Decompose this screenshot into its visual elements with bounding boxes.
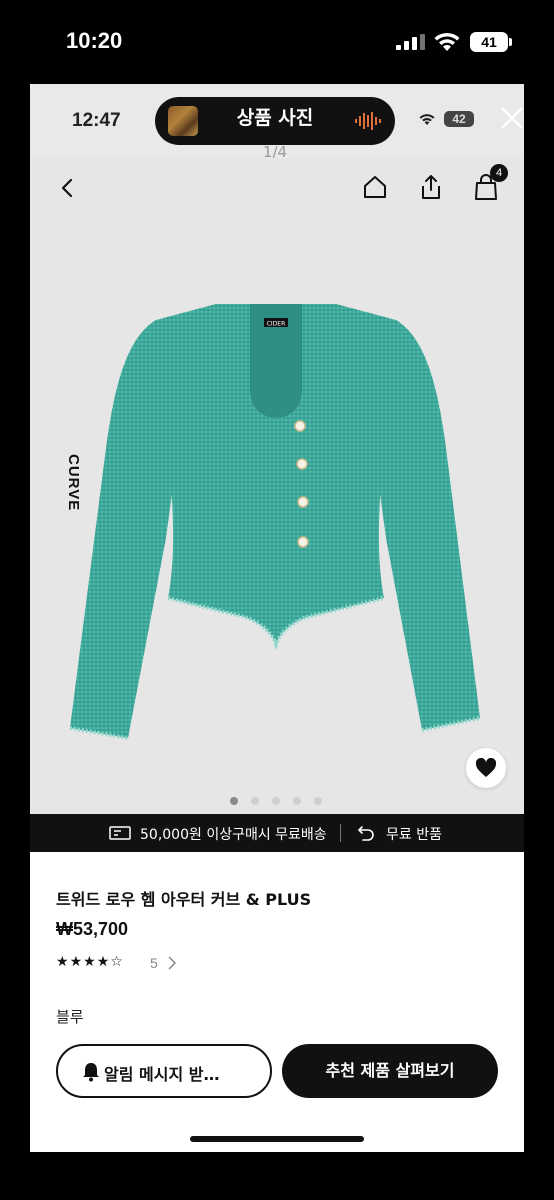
notify-button[interactable]: 알림 메시지 받… [56, 1044, 272, 1098]
inner-status-time: 12:47 [72, 110, 121, 131]
star-icon: ★ [83, 954, 96, 970]
color-option: 블루 [56, 1008, 84, 1026]
close-icon[interactable] [500, 106, 524, 130]
brand-tag: CIDER [267, 321, 286, 328]
pagination-dot[interactable] [314, 797, 322, 805]
product-jacket-image: CIDER [69, 304, 481, 740]
share-icon[interactable] [418, 173, 444, 201]
product-image-viewer[interactable]: 4 CURVE CIDER [30, 158, 524, 814]
free-shipping-text: 50,000원 이상구매시 무료배송 [140, 827, 327, 843]
rating-stars[interactable]: ★ ★ ★ ★ ☆ [56, 954, 123, 970]
product-info-panel: 트위드 로우 헴 아우터 커브 & PLUS ₩53,700 ★ ★ ★ ★ ☆… [30, 852, 524, 1152]
star-icon: ★ [56, 954, 69, 970]
pagination-dot[interactable] [251, 797, 259, 805]
battery-indicator: 41 [470, 32, 512, 52]
pagination-dot[interactable] [230, 797, 238, 805]
outer-status-bar: 10:20 41 [0, 0, 554, 84]
banner-divider [340, 824, 341, 842]
recommend-products-button[interactable]: 추천 제품 살펴보기 [282, 1044, 498, 1098]
product-name: 트위드 로우 헴 아우터 커브 & PLUS [56, 890, 312, 909]
home-icon[interactable] [362, 174, 388, 200]
signal-icon [396, 34, 425, 50]
notify-button-label: 알림 메시지 받… [104, 1065, 220, 1084]
outer-status-time: 10:20 [66, 28, 123, 53]
wifi-icon [434, 32, 460, 51]
wishlist-button[interactable] [466, 748, 506, 788]
waveform-icon [355, 112, 381, 130]
album-art [168, 106, 198, 136]
inner-battery-indicator: 42 [444, 111, 474, 127]
now-playing-pill[interactable] [155, 97, 395, 145]
truck-icon [109, 826, 131, 840]
inner-status-bar: 12:47 42 [30, 84, 524, 158]
heart-icon [475, 758, 497, 777]
star-icon: ★ [96, 954, 110, 970]
image-pagination-dots [230, 797, 330, 807]
home-indicator[interactable] [190, 1136, 364, 1142]
cart-count-badge: 4 [490, 164, 508, 182]
star-half-icon: ☆ [110, 954, 123, 970]
product-price: ₩53,700 [56, 919, 129, 939]
free-return-text: 무료 반품 [386, 827, 442, 843]
inner-wifi-icon [419, 114, 435, 125]
pagination-dot[interactable] [272, 797, 280, 805]
pagination-dot[interactable] [293, 797, 301, 805]
chevron-right-icon[interactable] [167, 955, 177, 971]
back-icon[interactable] [56, 176, 80, 200]
return-icon [358, 826, 374, 841]
star-icon: ★ [69, 954, 83, 970]
bell-icon [83, 1063, 99, 1082]
screenshot-frame: 12:47 42 상품 사진 1/4 4 CURVE CIDER 50,000원… [30, 84, 524, 1152]
shipping-banner: 50,000원 이상구매시 무료배송 무료 반품 [30, 814, 524, 852]
review-count[interactable]: 5 [150, 955, 158, 971]
